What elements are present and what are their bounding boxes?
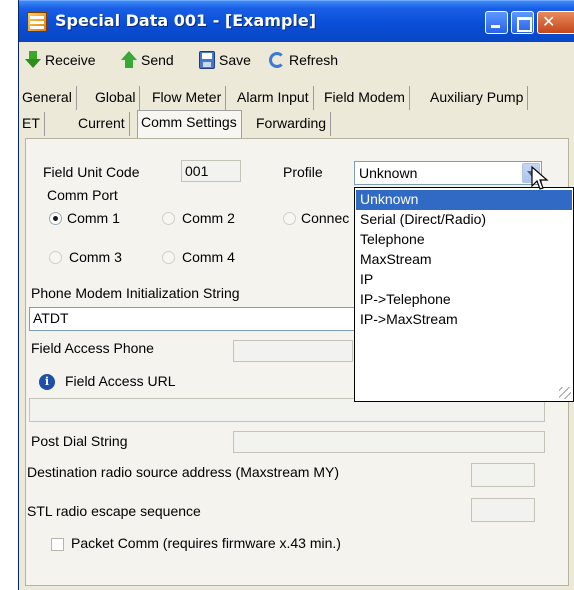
phone-init-field[interactable]: ATDT [29, 307, 356, 331]
profile-dropdown-list: Unknown Serial (Direct/Radio) Telephone … [354, 187, 574, 402]
tab-global[interactable]: Global [92, 86, 141, 110]
save-button[interactable]: Save [199, 48, 251, 72]
profile-option-telephone[interactable]: Telephone [356, 230, 572, 250]
send-arrow-icon [121, 51, 137, 69]
send-button[interactable]: Send [121, 48, 174, 72]
tab-alarm-input[interactable]: Alarm Input [234, 86, 314, 110]
minimize-button[interactable] [485, 11, 508, 34]
field-access-url-label: Field Access URL [65, 373, 176, 389]
receive-arrow-icon [25, 51, 41, 69]
field-unit-code-label: Field Unit Code [43, 164, 140, 180]
comm-port-label: Comm Port [47, 187, 118, 203]
tab-row-1: General Global Flow Meter Alarm Input Fi… [19, 86, 574, 112]
field-unit-code-field[interactable]: 001 [181, 160, 241, 182]
comm2-radio[interactable] [162, 212, 175, 225]
phone-init-label: Phone Modem Initialization String [31, 285, 240, 301]
tab-comm-settings[interactable]: Comm Settings [137, 110, 242, 138]
close-button[interactable] [537, 11, 574, 34]
refresh-button[interactable]: Refresh [269, 48, 338, 72]
packet-comm-checkbox[interactable] [51, 538, 64, 551]
save-disk-icon [199, 51, 215, 69]
resize-grip-icon[interactable] [559, 387, 571, 399]
dest-radio-label: Destination radio source address (Maxstr… [27, 464, 340, 480]
tab-forwarding[interactable]: Forwarding [253, 112, 332, 136]
post-dial-label: Post Dial String [31, 433, 128, 449]
comm1-radio[interactable] [49, 212, 62, 225]
refresh-label: Refresh [289, 52, 339, 68]
tab-flow-meter[interactable]: Flow Meter [149, 86, 227, 110]
comm4-radio[interactable] [162, 251, 175, 264]
connect-label: Connec [301, 210, 350, 226]
tab-current[interactable]: Current [75, 112, 130, 136]
tab-field-modem[interactable]: Field Modem [321, 86, 410, 110]
receive-button[interactable]: Receive [25, 48, 96, 72]
post-dial-field[interactable] [233, 431, 545, 453]
profile-option-unknown[interactable]: Unknown [356, 190, 572, 210]
packet-comm-label: Packet Comm (requires firmware x.43 min.… [71, 535, 341, 551]
send-label: Send [141, 52, 174, 68]
dest-radio-field[interactable] [471, 463, 535, 487]
field-access-phone-label: Field Access Phone [31, 340, 154, 356]
comm3-radio[interactable] [49, 251, 62, 264]
stl-escape-label: STL radio escape sequence [27, 503, 201, 519]
receive-label: Receive [45, 52, 96, 68]
app-icon [27, 12, 47, 32]
connect-radio[interactable] [283, 212, 296, 225]
tab-et[interactable]: ET [19, 112, 45, 136]
profile-option-ip[interactable]: IP [356, 270, 572, 290]
comm3-label: Comm 3 [69, 249, 122, 265]
window-title: Special Data 001 - [Example] [55, 11, 317, 30]
profile-combobox[interactable]: Unknown [354, 161, 542, 185]
profile-option-ip-maxstream[interactable]: IP->MaxStream [356, 310, 572, 330]
maximize-button[interactable] [511, 11, 534, 34]
tab-row-2: ET Current Comm Settings Forwarding [19, 110, 574, 138]
tab-general[interactable]: General [19, 86, 77, 110]
refresh-icon [269, 52, 285, 68]
comm2-label: Comm 2 [182, 210, 235, 226]
comm1-label: Comm 1 [67, 210, 120, 226]
profile-option-serial[interactable]: Serial (Direct/Radio) [356, 210, 572, 230]
field-access-phone-field[interactable] [233, 340, 353, 362]
info-icon: i [39, 374, 55, 390]
profile-label: Profile [283, 164, 323, 180]
toolbar: Receive Send Save Refresh [19, 48, 574, 74]
profile-value: Unknown [359, 165, 418, 181]
profile-option-ip-telephone[interactable]: IP->Telephone [356, 290, 572, 310]
profile-option-maxstream[interactable]: MaxStream [356, 250, 572, 270]
title-bar[interactable]: Special Data 001 - [Example] [19, 0, 574, 42]
app-window: Special Data 001 - [Example] Receive Sen… [18, 0, 574, 590]
tab-auxiliary-pump[interactable]: Auxiliary Pump [427, 86, 529, 110]
save-label: Save [219, 52, 251, 68]
stl-escape-field[interactable] [471, 498, 535, 522]
comm4-label: Comm 4 [182, 249, 235, 265]
